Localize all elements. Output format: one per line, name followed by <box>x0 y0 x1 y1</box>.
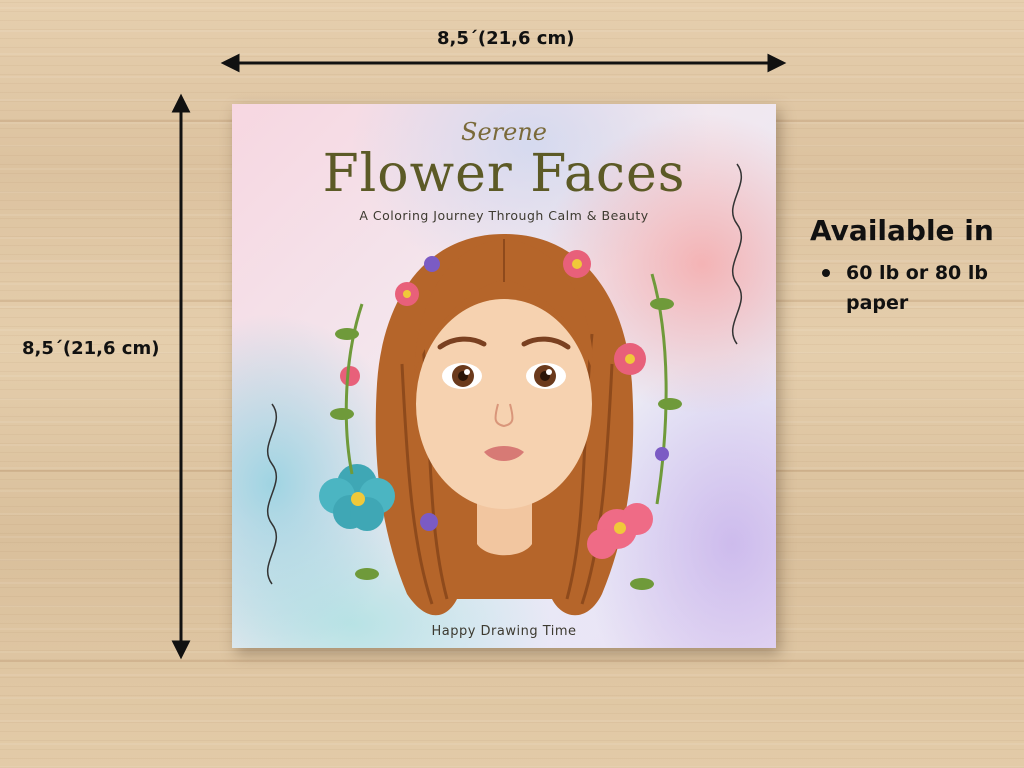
width-arrow-right-head <box>767 53 787 73</box>
bullet-icon <box>822 269 830 277</box>
cover-script-title: Serene <box>461 118 547 146</box>
width-dimension-label: 8,5´(21,6 cm) <box>437 28 575 49</box>
book-cover: Serene Flower Faces A Coloring Journey T… <box>232 104 776 648</box>
width-arrow-left-head <box>220 53 240 73</box>
cover-footer: Happy Drawing Time <box>431 624 577 639</box>
right-eye-highlight <box>546 369 552 375</box>
height-arrow-top-head <box>171 93 191 113</box>
cover-subtitle: A Coloring Journey Through Calm & Beauty <box>359 208 649 223</box>
availability-item: 60 lb or 80 lb paper <box>818 258 1008 318</box>
face <box>416 299 592 509</box>
availability-heading: Available in <box>810 214 994 247</box>
availability-item-text: 60 lb or 80 lb paper <box>846 262 988 314</box>
availability-list: 60 lb or 80 lb paper <box>818 258 1008 318</box>
cover-title: Flower Faces <box>322 144 686 204</box>
height-dimension-label: 8,5´(21,6 cm) <box>22 338 160 359</box>
swirl-left <box>266 403 278 585</box>
height-arrow-bottom-head <box>171 640 191 660</box>
left-eye-highlight <box>464 369 470 375</box>
